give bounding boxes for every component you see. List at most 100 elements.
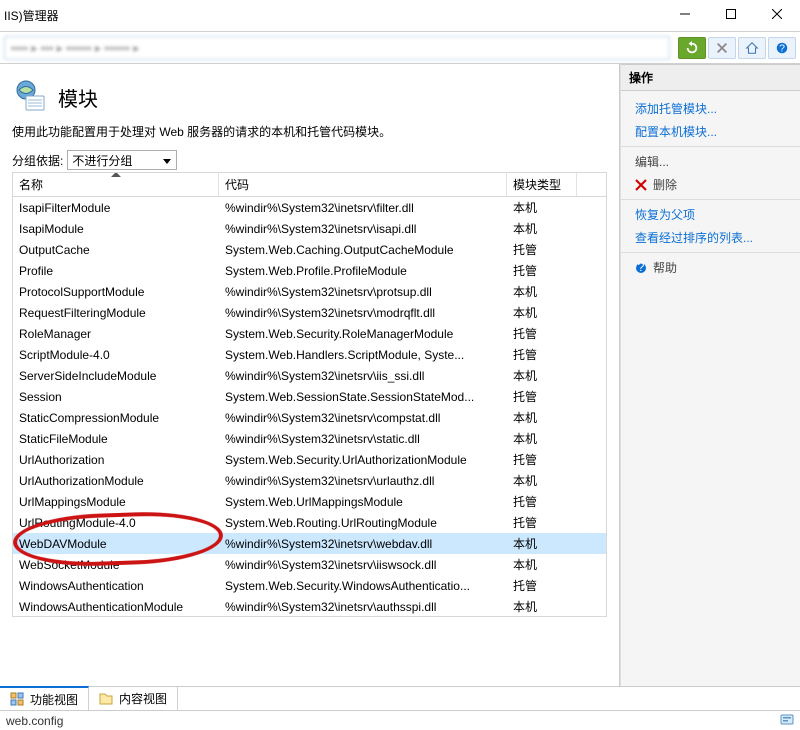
cell-code: %windir%\System32\inetsrv\compstat.dll [219,411,507,425]
action-edit[interactable]: 编辑... [621,150,800,173]
table-row[interactable]: WindowsAuthenticationModule%windir%\Syst… [13,596,606,616]
page-title: 模块 [58,83,98,112]
table-row[interactable]: StaticCompressionModule%windir%\System32… [13,407,606,428]
action-revert[interactable]: 恢复为父项 [621,203,800,226]
cell-type: 托管 [507,325,577,342]
cell-code: System.Web.Profile.ProfileModule [219,264,507,278]
cell-type: 本机 [507,472,577,489]
group-by-select[interactable]: 不进行分组 [67,150,177,170]
action-help[interactable]: ? 帮助 [621,256,800,279]
cell-code: System.Web.Caching.OutputCacheModule [219,243,507,257]
cell-name: StaticCompressionModule [13,411,219,425]
cell-name: UrlRoutingModule-4.0 [13,516,219,530]
table-row[interactable]: RoleManagerSystem.Web.Security.RoleManag… [13,323,606,344]
table-row[interactable]: ProfileSystem.Web.Profile.ProfileModule托… [13,260,606,281]
table-row[interactable]: IsapiModule%windir%\System32\inetsrv\isa… [13,218,606,239]
cell-type: 托管 [507,493,577,510]
table-row[interactable]: OutputCacheSystem.Web.Caching.OutputCach… [13,239,606,260]
table-scroll[interactable]: 名称 代码 模块类型 IsapiFilterModule%windir%\Sys… [13,173,606,616]
cell-name: IsapiModule [13,222,219,236]
table-row[interactable]: WindowsAuthenticationSystem.Web.Security… [13,575,606,596]
cell-code: %windir%\System32\inetsrv\static.dll [219,432,507,446]
table-row[interactable]: IsapiFilterModule%windir%\System32\inets… [13,197,606,218]
col-name-header[interactable]: 名称 [13,173,219,196]
help-icon: ? [635,262,647,274]
cell-code: %windir%\System32\inetsrv\modrqflt.dll [219,306,507,320]
col-code-header[interactable]: 代码 [219,173,507,196]
col-type-header[interactable]: 模块类型 [507,173,577,196]
cell-type: 托管 [507,514,577,531]
actions-panel: 操作 添加托管模块... 配置本机模块... 编辑... 删除 恢复为父项 查看… [620,64,800,686]
cell-name: StaticFileModule [13,432,219,446]
help-button[interactable]: ? [768,37,796,59]
cell-name: UrlMappingsModule [13,495,219,509]
status-text: web.config [6,714,63,728]
cell-code: %windir%\System32\inetsrv\urlauthz.dll [219,474,507,488]
table-row[interactable]: UrlAuthorizationSystem.Web.Security.UrlA… [13,449,606,470]
cell-name: WebDAVModule [13,537,219,551]
cell-code: %windir%\System32\inetsrv\authsspi.dll [219,600,507,614]
table-row[interactable]: RequestFilteringModule%windir%\System32\… [13,302,606,323]
breadcrumb-bar: ▪▪▪▪ ▸ ▪▪▪ ▸ ▪▪▪▪▪▪ ▸ ▪▪▪▪▪▪ ▸ ? [0,32,800,64]
cell-name: ScriptModule-4.0 [13,348,219,362]
cell-name: OutputCache [13,243,219,257]
action-view-sorted[interactable]: 查看经过排序的列表... [621,226,800,249]
cell-type: 托管 [507,451,577,468]
home-button[interactable] [738,37,766,59]
cell-name: Profile [13,264,219,278]
cell-type: 托管 [507,346,577,363]
cell-code: %windir%\System32\inetsrv\protsup.dll [219,285,507,299]
tab-features-label: 功能视图 [30,691,78,708]
cell-type: 本机 [507,535,577,552]
cell-name: Session [13,390,219,404]
breadcrumb[interactable]: ▪▪▪▪ ▸ ▪▪▪ ▸ ▪▪▪▪▪▪ ▸ ▪▪▪▪▪▪ ▸ [4,36,670,60]
cell-type: 托管 [507,241,577,258]
cell-name: ProtocolSupportModule [13,285,219,299]
maximize-button[interactable] [708,0,754,28]
cell-name: RoleManager [13,327,219,341]
table-header: 名称 代码 模块类型 [13,173,606,197]
action-delete[interactable]: 删除 [621,173,800,196]
table-row[interactable]: UrlAuthorizationModule%windir%\System32\… [13,470,606,491]
cell-code: %windir%\System32\inetsrv\isapi.dll [219,222,507,236]
cell-type: 本机 [507,199,577,216]
cell-code: %windir%\System32\inetsrv\filter.dll [219,201,507,215]
action-configure-native[interactable]: 配置本机模块... [621,120,800,143]
table-row[interactable]: ProtocolSupportModule%windir%\System32\i… [13,281,606,302]
cell-code: System.Web.Handlers.ScriptModule, Syste.… [219,348,507,362]
cell-code: System.Web.Routing.UrlRoutingModule [219,516,507,530]
cell-type: 本机 [507,409,577,426]
features-icon [10,692,24,706]
table-row[interactable]: UrlMappingsModuleSystem.Web.UrlMappingsM… [13,491,606,512]
minimize-button[interactable] [662,0,708,28]
tab-content[interactable]: 内容视图 [89,687,178,710]
action-add-managed[interactable]: 添加托管模块... [621,97,800,120]
cell-type: 本机 [507,367,577,384]
table-row[interactable]: WebSocketModule%windir%\System32\inetsrv… [13,554,606,575]
cell-type: 本机 [507,283,577,300]
table-row[interactable]: StaticFileModule%windir%\System32\inetsr… [13,428,606,449]
table-row[interactable]: SessionSystem.Web.SessionState.SessionSt… [13,386,606,407]
close-button[interactable] [754,0,800,28]
page-description: 使用此功能配置用于处理对 Web 服务器的请求的本机和托管代码模块。 [12,123,607,140]
table-row[interactable]: WebDAVModule%windir%\System32\inetsrv\we… [13,533,606,554]
table-row[interactable]: UrlRoutingModule-4.0System.Web.Routing.U… [13,512,606,533]
cell-code: System.Web.Security.WindowsAuthenticatio… [219,579,507,593]
bottom-tabs: 功能视图 内容视图 [0,686,800,710]
cell-type: 托管 [507,388,577,405]
stop-button[interactable] [708,37,736,59]
group-by-label: 分组依据: [12,152,67,169]
group-by-value: 不进行分组 [72,152,132,169]
cell-name: RequestFilteringModule [13,306,219,320]
action-delete-label: 删除 [653,176,677,193]
svg-text:?: ? [779,42,785,54]
cell-name: ServerSideIncludeModule [13,369,219,383]
table-row[interactable]: ServerSideIncludeModule%windir%\System32… [13,365,606,386]
cell-type: 本机 [507,430,577,447]
tab-features[interactable]: 功能视图 [0,686,89,710]
refresh-button[interactable] [678,37,706,59]
window-title: IIS)管理器 [0,7,59,24]
delete-icon [635,179,647,191]
table-row[interactable]: ScriptModule-4.0System.Web.Handlers.Scri… [13,344,606,365]
cell-code: System.Web.Security.RoleManagerModule [219,327,507,341]
